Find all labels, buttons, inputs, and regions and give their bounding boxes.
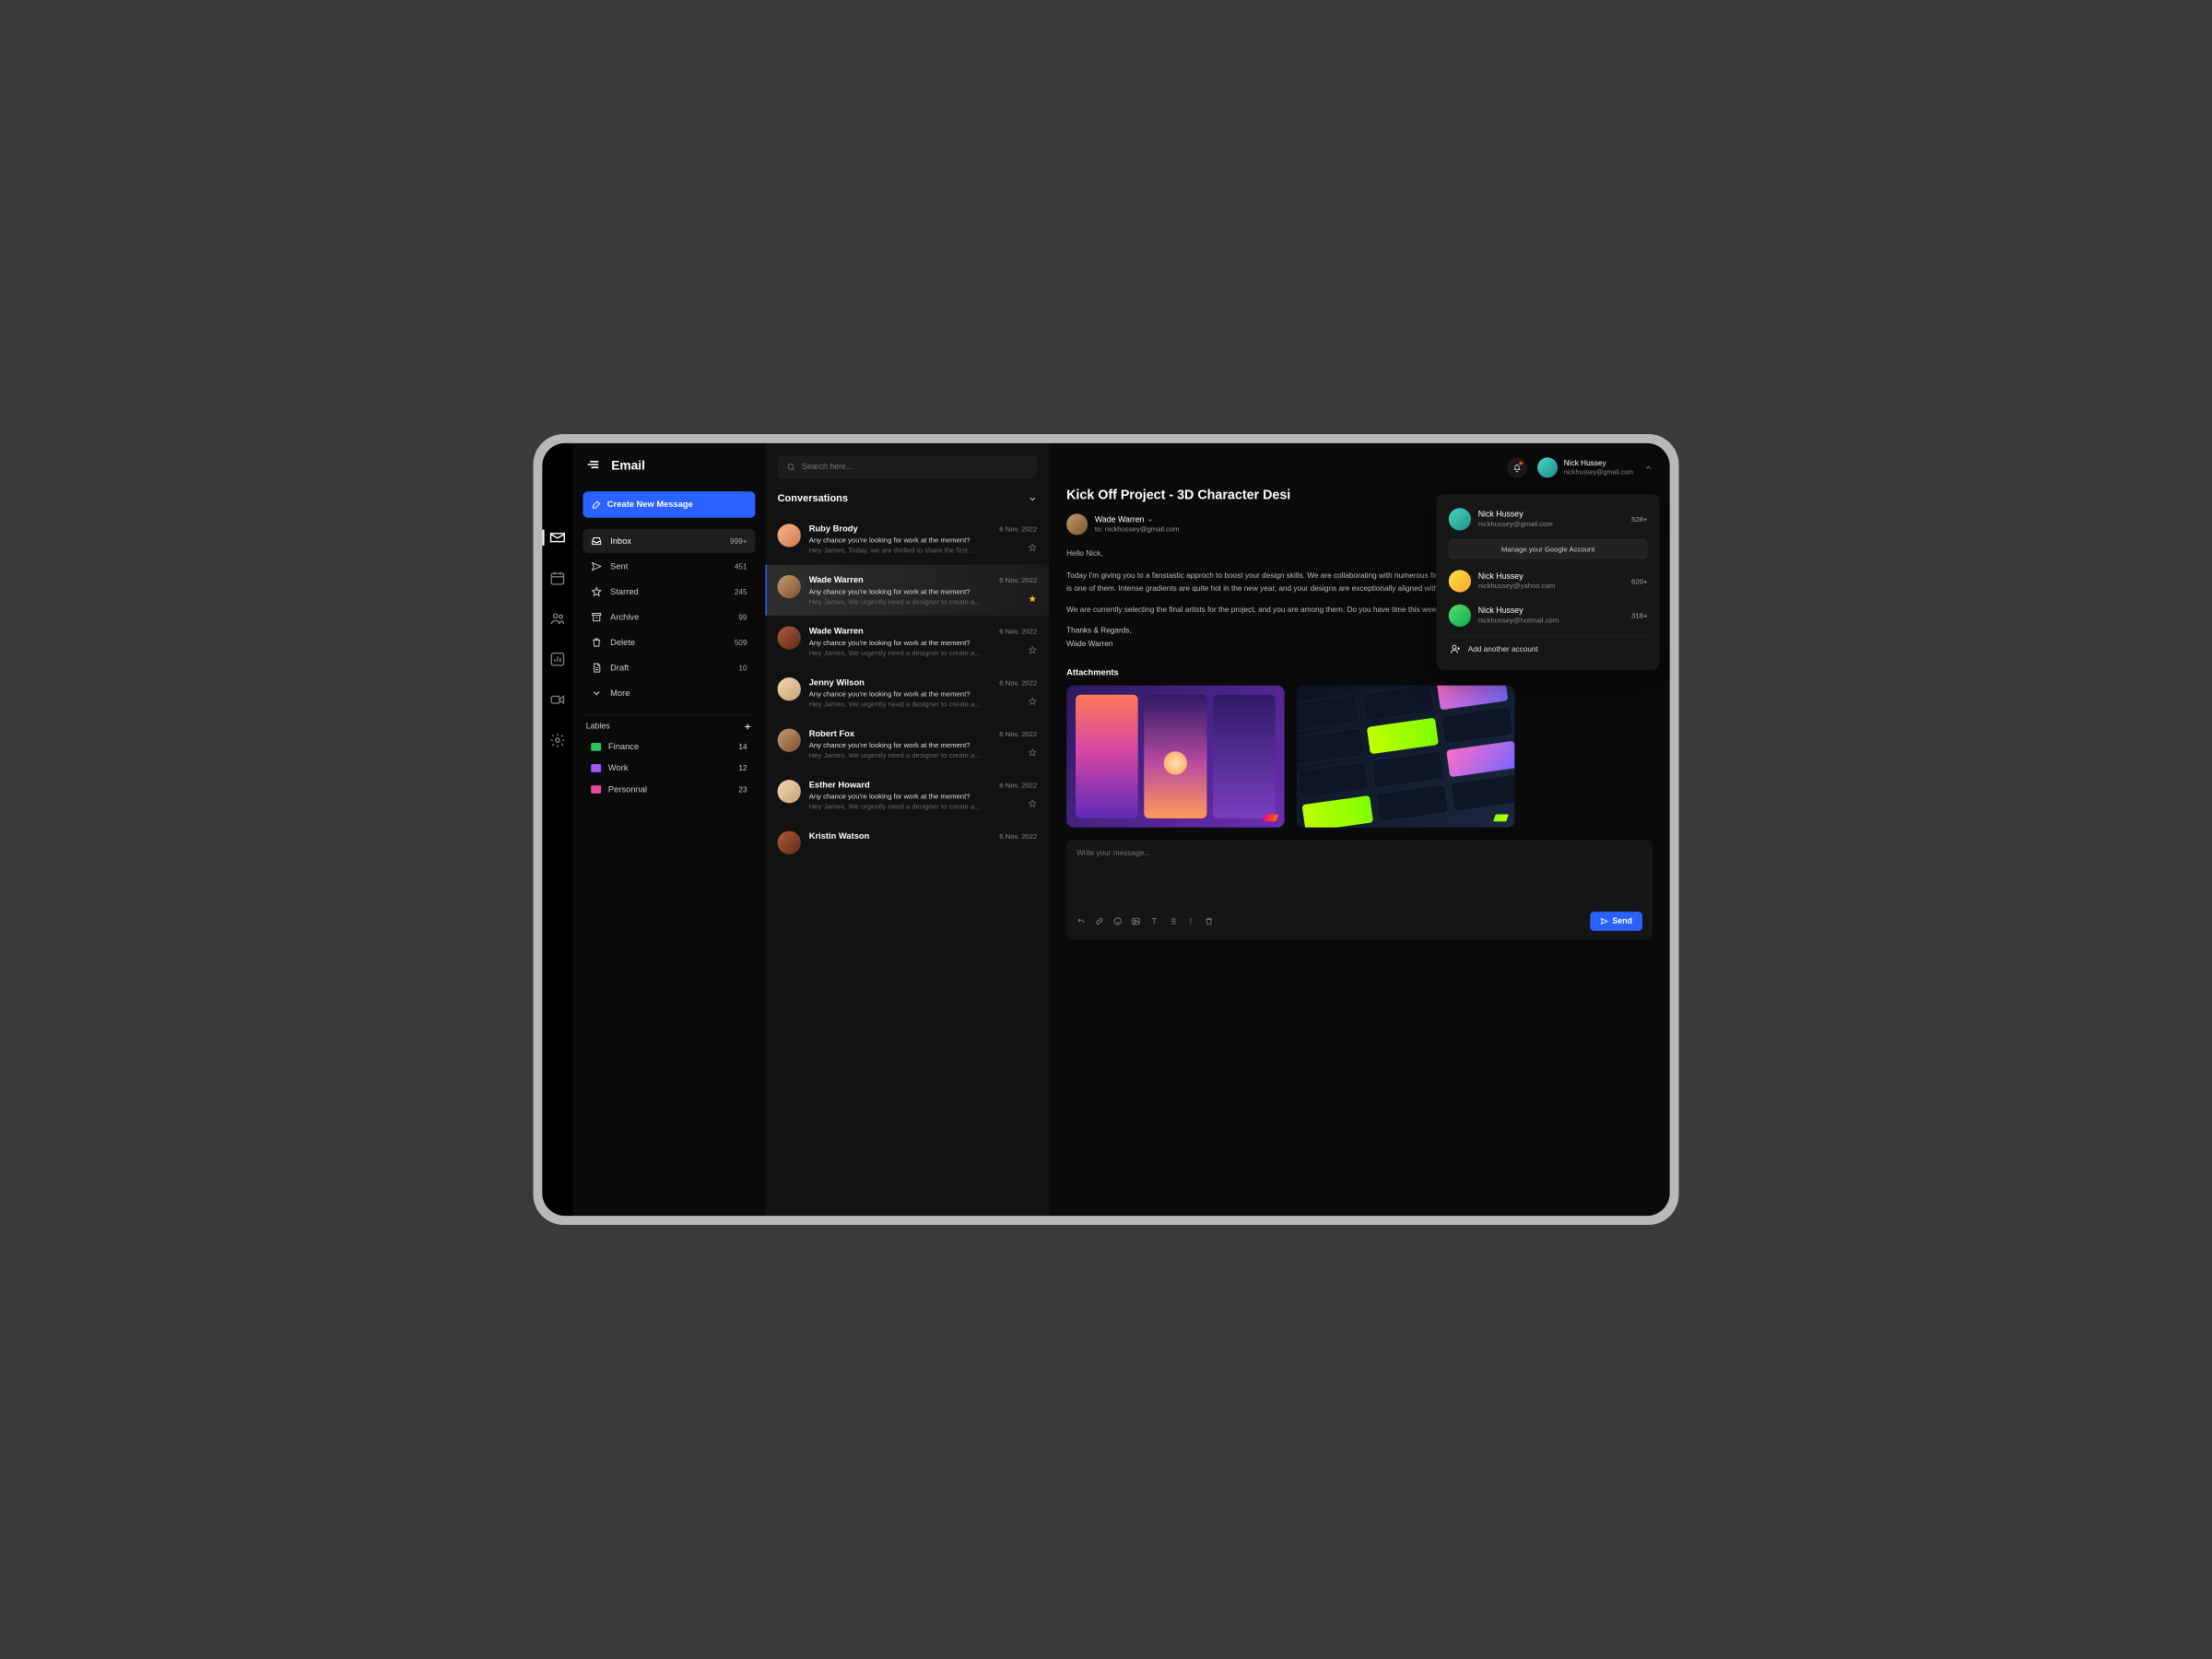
more-icon[interactable] — [1186, 917, 1195, 926]
create-message-button[interactable]: Create New Message — [582, 491, 755, 518]
star-icon — [591, 586, 602, 597]
account-item[interactable]: Nick Husseynickhussey@yahoo.com620+ — [1444, 564, 1651, 598]
chevron-down-icon[interactable] — [1147, 517, 1154, 524]
label-personal[interactable]: Personnal23 — [582, 779, 755, 800]
avatar — [1449, 570, 1471, 592]
avatar — [778, 831, 801, 854]
avatar — [778, 780, 801, 803]
attachment-thumbnail[interactable] — [1066, 686, 1285, 828]
send-icon — [1600, 917, 1608, 925]
rail-settings-icon[interactable] — [549, 732, 566, 748]
send-icon — [591, 561, 602, 572]
star-icon[interactable] — [1028, 799, 1037, 808]
star-icon[interactable] — [1028, 543, 1037, 552]
trash-icon — [591, 637, 602, 648]
sidebar: Email Create New Message Inbox999+ Sent4… — [572, 443, 765, 1216]
star-icon[interactable] — [1028, 697, 1037, 706]
conversation-item[interactable]: Robert Fox6 Nov, 2022Any chance you're l… — [765, 719, 1049, 771]
conversation-item[interactable]: Wade Warren6 Nov, 2022Any chance you're … — [765, 565, 1049, 617]
manage-account-button[interactable]: Manage your Google Account — [1449, 539, 1648, 559]
nav-more[interactable]: More — [582, 681, 755, 705]
menu-toggle-icon[interactable] — [586, 457, 600, 474]
send-button[interactable]: Send — [1590, 912, 1642, 931]
nav-sent[interactable]: Sent451 — [582, 554, 755, 578]
account-item[interactable]: Nick Husseynickhussey@hotmail.com318+ — [1444, 598, 1651, 632]
conversations-panel: Conversations Ruby Brody6 Nov, 2022Any c… — [765, 443, 1049, 1216]
add-account-button[interactable]: Add another account — [1444, 636, 1651, 662]
star-icon[interactable] — [1028, 594, 1037, 604]
rail-video-icon[interactable] — [549, 691, 566, 708]
rail-calendar-icon[interactable] — [549, 570, 566, 586]
rail-analytics-icon[interactable] — [549, 651, 566, 667]
trash-icon[interactable] — [1205, 917, 1214, 926]
link-icon[interactable] — [1095, 917, 1104, 926]
account-switcher: Nick Husseynickhussey@gmail.com528+ Mana… — [1437, 494, 1660, 670]
star-icon[interactable] — [1028, 645, 1037, 654]
avatar — [778, 575, 801, 598]
avatar — [778, 626, 801, 649]
compose-area: Send — [1066, 840, 1653, 940]
nav-delete[interactable]: Delete509 — [582, 630, 755, 654]
folder-icon — [591, 743, 601, 751]
star-icon[interactable] — [1028, 747, 1037, 757]
conversation-item[interactable]: Esther Howard6 Nov, 2022Any chance you'r… — [765, 770, 1049, 821]
conversation-item[interactable]: Wade Warren6 Nov, 2022Any chance you're … — [765, 616, 1049, 667]
labels-header: Lables — [582, 722, 755, 735]
avatar — [1449, 508, 1471, 530]
search-icon — [787, 463, 796, 472]
app-rail — [542, 443, 572, 1216]
folder-icon — [591, 785, 601, 794]
compose-icon — [592, 500, 601, 510]
rail-contacts-icon[interactable] — [549, 610, 566, 627]
avatar — [778, 729, 801, 752]
user-menu[interactable]: Nick Husseynickhussey@gmail.com — [1537, 457, 1653, 477]
compose-input[interactable] — [1077, 849, 1642, 910]
avatar — [1449, 605, 1471, 627]
folder-icon — [591, 764, 601, 772]
nav-starred[interactable]: Starred245 — [582, 580, 755, 604]
rail-mail-icon[interactable] — [549, 529, 566, 546]
nav-archive[interactable]: Archive99 — [582, 605, 755, 629]
avatar — [778, 524, 801, 547]
chevron-up-icon — [1644, 464, 1653, 472]
message-detail: Nick Husseynickhussey@gmail.com Kick Off… — [1049, 443, 1669, 1216]
chevron-down-icon[interactable] — [1028, 494, 1037, 503]
list-icon[interactable] — [1168, 917, 1177, 926]
add-label-icon[interactable] — [743, 722, 752, 731]
avatar — [1537, 457, 1558, 477]
conversation-item[interactable]: Kristin Watson6 Nov, 2022 — [765, 821, 1049, 865]
conversations-title: Conversations — [778, 493, 848, 505]
add-user-icon — [1450, 643, 1461, 654]
account-item[interactable]: Nick Husseynickhussey@gmail.com528+ — [1444, 502, 1651, 536]
label-finance[interactable]: Finance14 — [582, 736, 755, 758]
archive-icon — [591, 612, 602, 623]
nav-list: Inbox999+ Sent451 Starred245 Archive99 D… — [582, 529, 755, 705]
conversation-list: Ruby Brody6 Nov, 2022Any chance you're l… — [765, 513, 1049, 1216]
avatar — [778, 677, 801, 700]
search-input[interactable] — [778, 455, 1038, 478]
inbox-icon — [591, 535, 602, 547]
divider — [586, 714, 752, 715]
bell-icon — [1512, 463, 1523, 473]
text-format-icon[interactable] — [1149, 917, 1159, 926]
notifications-button[interactable] — [1507, 457, 1527, 477]
chevron-down-icon — [591, 688, 602, 699]
image-icon[interactable] — [1132, 917, 1141, 926]
conversation-item[interactable]: Ruby Brody6 Nov, 2022Any chance you're l… — [765, 513, 1049, 565]
undo-icon[interactable] — [1077, 917, 1086, 926]
avatar — [1066, 513, 1088, 535]
label-work[interactable]: Work12 — [582, 758, 755, 779]
emoji-icon[interactable] — [1113, 917, 1123, 926]
attachment-thumbnail[interactable] — [1297, 686, 1515, 828]
draft-icon — [591, 663, 602, 674]
conversation-item[interactable]: Jenny Wilson6 Nov, 2022Any chance you're… — [765, 667, 1049, 719]
nav-inbox[interactable]: Inbox999+ — [582, 529, 755, 553]
nav-draft[interactable]: Draft10 — [582, 655, 755, 679]
brand-title: Email — [611, 458, 645, 473]
